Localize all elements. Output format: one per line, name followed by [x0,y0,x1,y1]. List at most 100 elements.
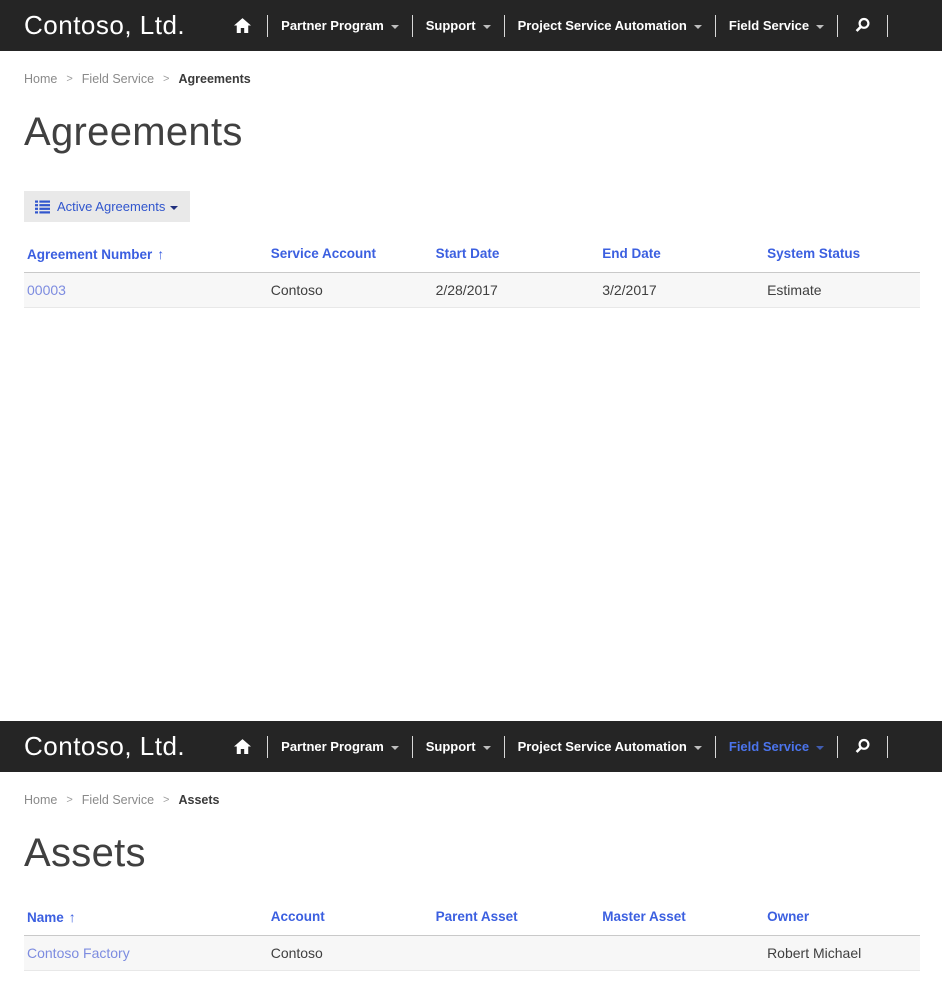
table-cell: 3/2/2017 [602,282,657,298]
table-cell: 2/28/2017 [435,282,498,298]
nav-item-label: Support [425,739,476,754]
chevron-down-icon [482,745,491,750]
page-title: Assets [24,831,146,875]
column-header[interactable]: Parent Asset [433,904,600,935]
column-header[interactable]: Account [268,904,433,935]
table-row: Contoso Factory Contoso Robert Michael [24,936,920,971]
toolbar: Active Agreements [24,191,918,222]
breadcrumb-current: Agreements [178,72,251,86]
chevron-down-icon [816,24,825,29]
nav-item-field-service[interactable]: Field Service [728,18,825,33]
breadcrumb: Home > Field Service > Assets [24,793,918,807]
chevron-down-icon [390,745,399,750]
chevron-down-icon [390,24,399,29]
nav-item-label: Partner Program [281,18,384,33]
brand-logo[interactable]: Contoso, Ltd. [24,10,185,41]
chevron-down-icon [482,24,491,29]
agreements-table: Agreement Number ↑ Service Account Start Da… [24,241,920,308]
column-header[interactable]: End Date [599,241,764,272]
table-cell: Estimate [767,282,822,298]
record-link[interactable]: 00003 [24,273,268,307]
brand-logo[interactable]: Contoso, Ltd. [24,731,185,762]
home-icon[interactable] [231,739,254,754]
table-cell: Contoso [270,945,323,961]
list-view-icon [35,200,50,213]
top-navbar: Contoso, Ltd. Partner Program Support Pr… [0,721,942,772]
breadcrumb-separator: > [66,73,73,85]
nav-item-label: Partner Program [281,739,384,754]
assets-table: Name ↑ Account Parent Asset Master Asset Owne… [24,904,920,971]
table-header-row: Agreement Number ↑ Service Account Start Da… [24,241,920,273]
table-header-row: Name ↑ Account Parent Asset Master Asset Owne… [24,904,920,936]
column-header-label: Account [270,909,325,924]
chevron-down-icon [693,24,702,29]
breadcrumb-home[interactable]: Home [24,793,57,807]
breadcrumb-field-service[interactable]: Field Service [82,72,154,86]
table-cell [599,936,764,970]
nav-separator [411,735,413,758]
nav-item-label: Field Service [728,739,810,754]
chevron-down-icon [170,205,179,210]
chevron-down-icon [816,745,825,750]
breadcrumb-separator: > [163,73,170,85]
nav-separator [503,735,505,758]
nav-item-project-service-automation[interactable]: Project Service Automation [518,18,702,33]
breadcrumb-field-service[interactable]: Field Service [82,793,154,807]
sort-ascending-icon: ↑ [68,909,76,925]
view-selector-label: Active Agreements [57,199,166,214]
column-header[interactable]: Start Date [433,241,600,272]
search-icon[interactable] [851,738,874,755]
nav-separator [714,735,716,758]
breadcrumb-separator: > [66,794,73,806]
column-header-label: End Date [602,246,661,261]
search-icon[interactable] [851,17,874,34]
breadcrumb-separator: > [163,794,170,806]
column-header[interactable]: Name ↑ [24,904,268,935]
nav-item-label: Field Service [728,18,810,33]
chevron-down-icon [693,745,702,750]
home-icon[interactable] [231,18,254,33]
column-header-label: Master Asset [602,909,686,924]
column-header-label: Start Date [435,246,500,261]
column-header-label: Service Account [270,246,376,261]
column-header[interactable]: Owner [764,904,920,935]
nav-item-partner-program[interactable]: Partner Program [281,18,399,33]
nav-item-label: Support [425,18,476,33]
record-link[interactable]: Contoso Factory [24,936,268,970]
column-header[interactable]: System Status [764,241,920,272]
column-header[interactable]: Agreement Number ↑ [24,241,268,272]
breadcrumb-current: Assets [178,793,220,807]
column-header[interactable]: Service Account [268,241,433,272]
nav-item-label: Project Service Automation [517,18,687,33]
nav-separator [887,14,889,37]
sort-ascending-icon: ↑ [157,246,165,262]
view-selector-button[interactable]: Active Agreements [24,191,191,222]
top-navbar: Contoso, Ltd. Partner Program Support Pr… [0,0,942,51]
table-row: 00003 Contoso 2/28/2017 3/2/2017 Estimate [24,273,920,308]
nav-item-project-service-automation[interactable]: Project Service Automation [518,739,702,754]
nav-item-support[interactable]: Support [426,739,491,754]
nav-separator [267,735,269,758]
table-cell: Robert Michael [767,945,862,961]
nav-menu: Partner Program Support Project Service … [231,14,901,37]
nav-separator [837,735,839,758]
table-cell: Contoso [270,282,323,298]
column-header[interactable]: Master Asset [599,904,764,935]
nav-menu: Partner Program Support Project Service … [231,735,901,758]
nav-item-support[interactable]: Support [426,18,491,33]
table-cell [433,936,600,970]
nav-separator [714,14,716,37]
column-header-label: Parent Asset [435,909,518,924]
column-header-label: Agreement Number [27,247,153,262]
breadcrumb-home[interactable]: Home [24,72,57,86]
nav-separator [837,14,839,37]
agreements-page: Home > Field Service > Agreements Agreem… [0,72,942,721]
column-header-label: Name [27,910,64,925]
breadcrumb: Home > Field Service > Agreements [24,72,918,86]
assets-page: Home > Field Service > Assets Assets Nam… [0,772,942,991]
nav-separator [887,735,889,758]
nav-item-partner-program[interactable]: Partner Program [281,739,399,754]
page-title: Agreements [24,110,243,154]
nav-item-label: Project Service Automation [517,739,687,754]
nav-item-field-service-active[interactable]: Field Service [728,739,825,754]
